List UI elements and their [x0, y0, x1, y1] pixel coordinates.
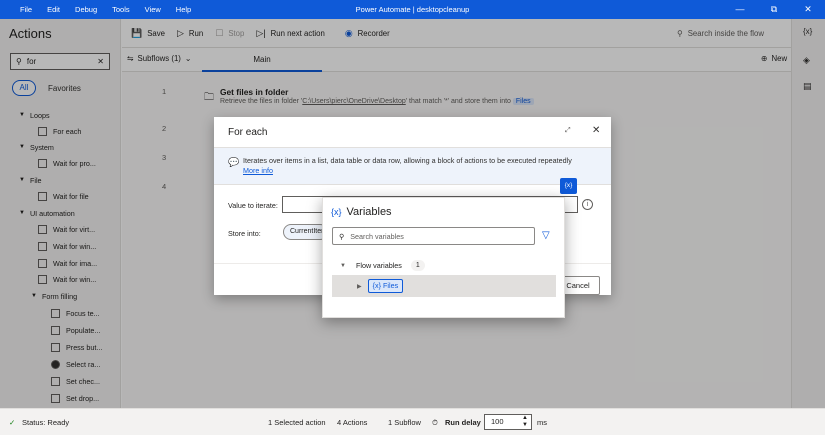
run-delay-label: Run delay [445, 418, 481, 427]
run-delay-unit: ms [537, 418, 547, 427]
title-bar: File Edit Debug Tools View Help Power Au… [0, 0, 825, 19]
group-label: Flow variables [355, 261, 402, 270]
info-circle-icon[interactable]: i [582, 199, 593, 210]
window-controls: — ⧉ ✕ [723, 0, 825, 19]
value-to-iterate-label: Value to iterate: [228, 201, 278, 210]
close-icon[interactable]: ✕ [592, 125, 600, 136]
spinner-icon[interactable]: ▲ ▼ [522, 415, 528, 429]
status-text: Status: Ready [22, 418, 70, 427]
more-info-link[interactable]: More info [243, 166, 273, 175]
info-text: Iterates over items in a list, data tabl… [243, 156, 572, 165]
dialog-info-banner: 💬 Iterates over items in a list, data ta… [214, 147, 611, 185]
variable-icon: {x} [372, 281, 382, 290]
search-variables-input[interactable]: ⚲ Search variables [332, 227, 535, 245]
dialog-title: For each [228, 127, 268, 138]
variables-title: {x} Variables [331, 206, 392, 218]
stopwatch-icon: ⏱ [432, 418, 438, 427]
store-into-label: Store into: [228, 229, 261, 238]
variable-icon: {x} [331, 207, 342, 217]
status-ok-icon: ✓ [9, 418, 16, 427]
run-delay-input[interactable]: 100 ▲ ▼ [484, 414, 532, 430]
chevron-right-icon: ▶ [357, 283, 362, 290]
status-bar: ✓ Status: Ready 1 Selected action 4 Acti… [0, 408, 825, 435]
filter-icon[interactable]: ▽ [542, 230, 550, 241]
minimize-button[interactable]: — [723, 0, 757, 19]
search-variables-placeholder: Search variables [350, 231, 404, 241]
variable-row-files[interactable]: ▶ {x} Files [332, 275, 556, 297]
subflow-count: 1 Subflow [388, 418, 421, 427]
variable-name: Files [383, 281, 399, 290]
info-icon: 💬 [228, 157, 240, 167]
variables-title-text: Variables [346, 206, 392, 218]
window-title: Power Automate | desktopcleanup [355, 5, 470, 14]
restore-button[interactable]: ⧉ [757, 0, 791, 19]
expand-icon[interactable]: ⤢ [565, 127, 571, 135]
variable-chip: {x} Files [367, 279, 404, 293]
search-icon: ⚲ [339, 231, 345, 241]
group-count-badge: 1 [410, 260, 425, 271]
actions-count: 4 Actions [337, 418, 368, 427]
flow-variables-group[interactable]: ▼ Flow variables 1 [340, 260, 425, 271]
variables-picker: {x} Variables ⚲ Search variables ▽ ▼ Flow v… [322, 197, 565, 318]
selected-actions-count: 1 Selected action [268, 418, 326, 427]
chevron-down-icon: ▼ [340, 262, 346, 269]
close-window-button[interactable]: ✕ [791, 0, 825, 19]
run-delay-value: 100 [491, 417, 504, 426]
insert-variable-button[interactable]: {x} [560, 178, 577, 194]
